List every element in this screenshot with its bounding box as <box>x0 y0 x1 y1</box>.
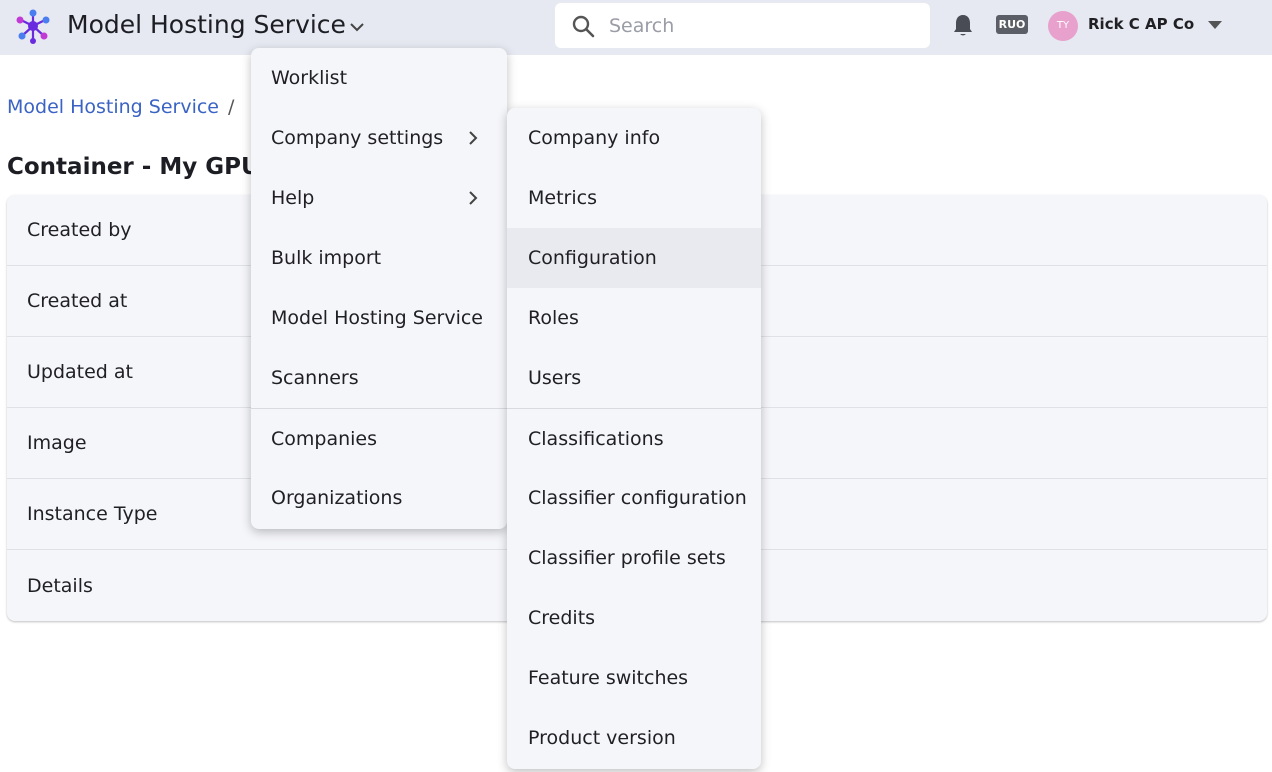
submenu-item-company-info[interactable]: Company info <box>507 108 761 168</box>
bell-icon[interactable] <box>951 12 975 38</box>
chevron-down-icon[interactable] <box>347 17 367 37</box>
breadcrumb: Model Hosting Service / <box>7 96 243 118</box>
detail-label: Created at <box>27 290 128 312</box>
submenu-item-metrics[interactable]: Metrics <box>507 168 761 228</box>
detail-label: Updated at <box>27 361 134 383</box>
submenu-item-product-version[interactable]: Product version <box>507 708 761 768</box>
detail-label: Instance Type <box>27 503 158 525</box>
menu-item-bulk-import[interactable]: Bulk import <box>251 228 507 288</box>
app-switcher-menu: Worklist Company settings Help Bulk impo… <box>251 48 507 529</box>
detail-label: Created by <box>27 219 132 241</box>
avatar[interactable]: TY <box>1048 11 1078 41</box>
chevron-right-icon <box>469 131 478 145</box>
submenu-item-classifier-profile-sets[interactable]: Classifier profile sets <box>507 528 761 588</box>
detail-label: Image <box>27 432 87 454</box>
search-icon <box>572 15 595 38</box>
submenu-item-credits[interactable]: Credits <box>507 588 761 648</box>
caret-down-icon[interactable] <box>1206 18 1224 32</box>
menu-item-companies[interactable]: Companies <box>251 408 507 468</box>
submenu-item-users[interactable]: Users <box>507 348 761 408</box>
submenu-item-classifier-configuration[interactable]: Classifier configuration <box>507 468 761 528</box>
search-input[interactable] <box>609 12 909 40</box>
menu-item-label: Help <box>271 187 315 209</box>
top-bar: Model Hosting Service RUO TY Rick C AP C… <box>0 0 1272 55</box>
menu-item-help[interactable]: Help <box>251 168 507 228</box>
app-title[interactable]: Model Hosting Service <box>67 10 346 39</box>
submenu-item-classifications[interactable]: Classifications <box>507 408 761 468</box>
app-logo-icon[interactable] <box>15 8 51 44</box>
menu-item-organizations[interactable]: Organizations <box>251 468 507 528</box>
page-title: Container - My GPU <box>7 154 260 180</box>
menu-item-worklist[interactable]: Worklist <box>251 48 507 108</box>
chevron-right-icon <box>469 191 478 205</box>
detail-label: Details <box>27 574 93 597</box>
menu-item-scanners[interactable]: Scanners <box>251 348 507 408</box>
menu-item-label: Company settings <box>271 127 444 149</box>
submenu-item-feature-switches[interactable]: Feature switches <box>507 648 761 708</box>
menu-item-company-settings[interactable]: Company settings <box>251 108 507 168</box>
search-box <box>555 3 930 48</box>
submenu-item-configuration[interactable]: Configuration <box>507 228 761 288</box>
ruo-badge: RUO <box>996 15 1028 34</box>
user-name[interactable]: Rick C AP Co <box>1088 15 1194 33</box>
submenu-item-roles[interactable]: Roles <box>507 288 761 348</box>
breadcrumb-link-root[interactable]: Model Hosting Service <box>7 96 219 118</box>
menu-item-model-hosting-service[interactable]: Model Hosting Service <box>251 288 507 348</box>
company-settings-submenu: Company info Metrics Configuration Roles… <box>507 108 761 769</box>
breadcrumb-separator: / <box>228 96 235 118</box>
